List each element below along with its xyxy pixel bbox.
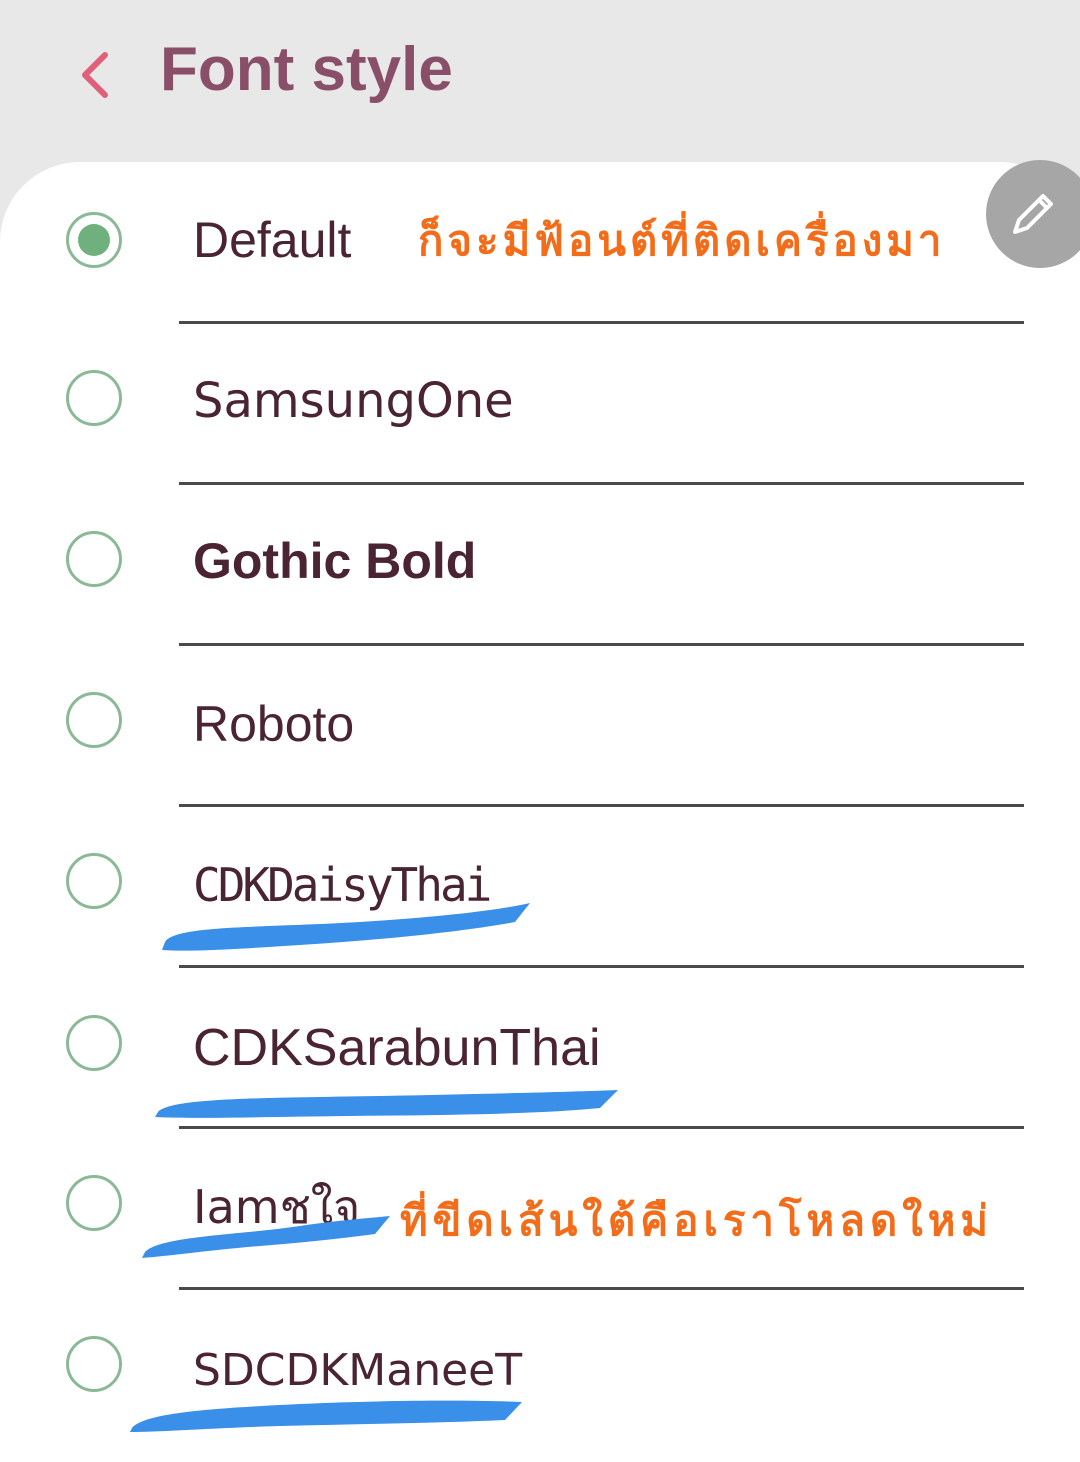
underline-marker: [130, 1400, 522, 1432]
pencil-icon: [1013, 194, 1053, 234]
underline-marker: [162, 903, 530, 951]
annotation-preinstalled: ก็จะมีฟ้อนต์ที่ติดเครื่องมา: [418, 216, 946, 265]
underline-marker: [155, 1090, 618, 1118]
underline-marker: [142, 1216, 390, 1258]
annotation-downloaded: ที่ขีดเส้นใต้คือเราโหลดใหม่: [400, 1196, 994, 1245]
